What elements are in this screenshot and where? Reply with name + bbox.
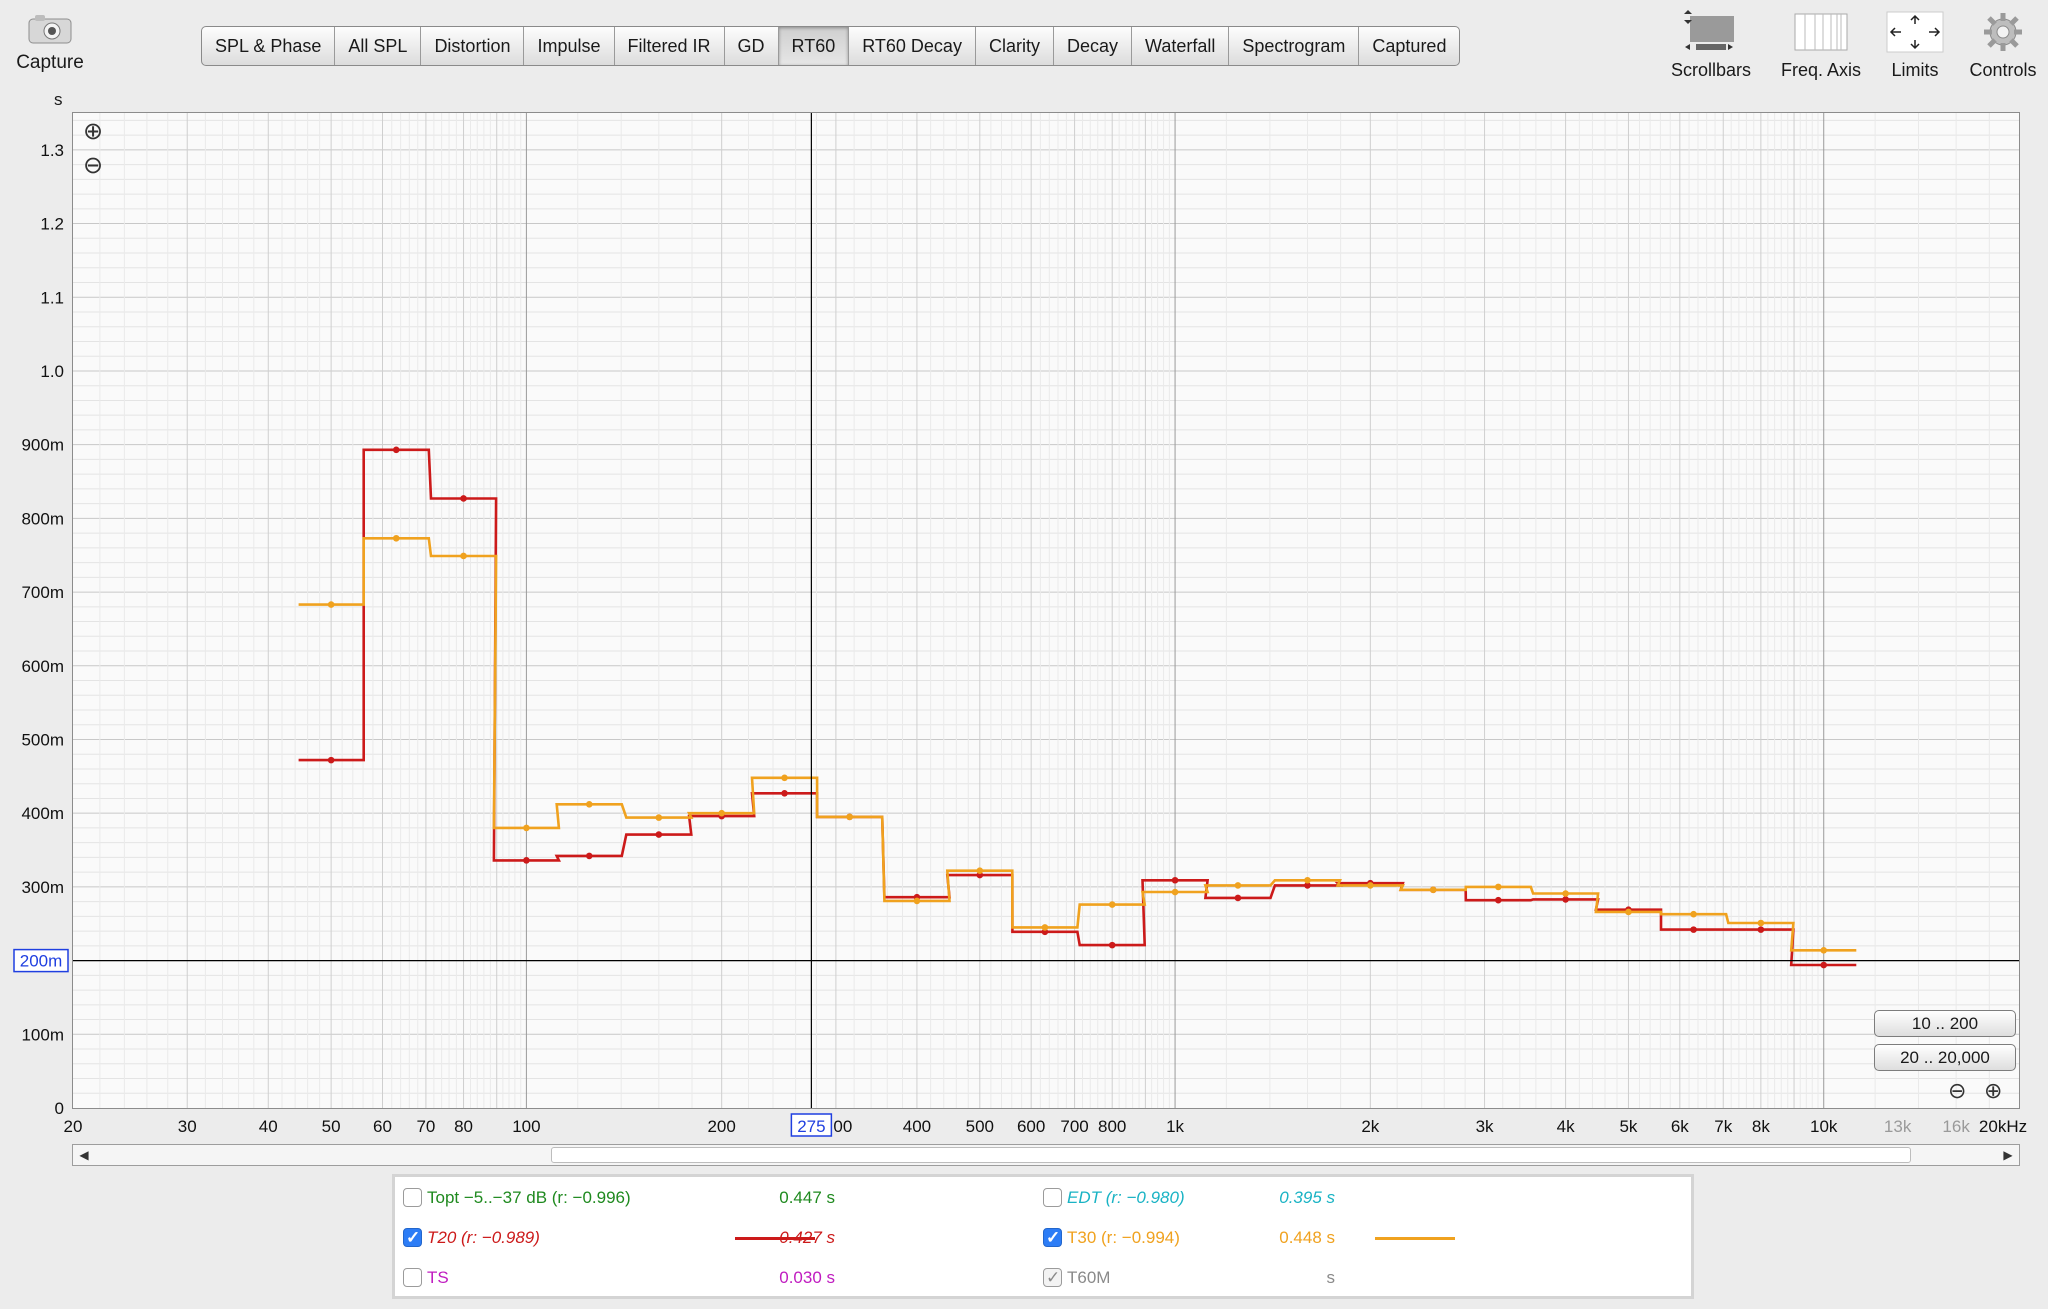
x-tick-label: 100 [512, 1117, 540, 1136]
tab-clarity[interactable]: Clarity [976, 27, 1054, 65]
y-tick-label: 1.1 [40, 288, 64, 307]
tab-distortion[interactable]: Distortion [421, 27, 525, 65]
x-tick-label: 800 [1098, 1117, 1126, 1136]
legend-panel: Topt −5..−37 dB (r: −0.996) 0.447 s EDT (r… [392, 1174, 1694, 1299]
scrollbars-icon [1656, 10, 1766, 54]
x-tick-label: 70 [416, 1117, 435, 1136]
freq-axis-label: Freq. Axis [1780, 60, 1862, 80]
capture-label: Capture [16, 52, 84, 73]
x-tick-label: 2k [1361, 1117, 1379, 1136]
x-tick-label: 1k [1166, 1117, 1184, 1136]
y-tick-label: 1.0 [40, 362, 64, 381]
legend-row-t30: T30 (r: −0.994) 0.448 s [395, 1223, 1691, 1253]
y-tick-label: 0 [55, 1099, 64, 1118]
y-tick-label: 500m [21, 730, 64, 749]
x-tick-label: 13k [1884, 1117, 1912, 1136]
range-button-10-200[interactable]: 10 .. 200 [1874, 1010, 2016, 1037]
cursor-y-readout: 200m [20, 952, 63, 971]
x-tick-label: 200 [707, 1117, 735, 1136]
x-tick-label: 50 [322, 1117, 341, 1136]
x-tick-label: 80 [454, 1117, 473, 1136]
x-tick-label: 16k [1942, 1117, 1970, 1136]
x-tick-label: 6k [1671, 1117, 1689, 1136]
y-tick-label: 1.2 [40, 215, 64, 234]
tab-rt60[interactable]: RT60 [778, 27, 850, 65]
x-tick-label: 40 [259, 1117, 278, 1136]
legend-label: T30 (r: −0.994) [1067, 1228, 1180, 1247]
legend-value: s [1326, 1268, 1336, 1287]
camera-icon [27, 14, 73, 44]
zoom-out-x-icon[interactable]: ⊖ [1948, 1078, 1966, 1104]
x-tick-label: 8k [1752, 1117, 1770, 1136]
y-tick-label: 100m [21, 1025, 64, 1044]
legend-label: T60M [1067, 1268, 1111, 1287]
x-tick-label: 20 [64, 1117, 83, 1136]
y-tick-label: 800m [21, 509, 64, 528]
tab-spl-phase[interactable]: SPL & Phase [202, 27, 336, 65]
x-tick-label: 20kHz [1979, 1117, 2027, 1136]
capture-button[interactable]: Capture [10, 10, 90, 74]
x-tick-label: 4k [1557, 1117, 1575, 1136]
legend-checkbox[interactable] [1043, 1188, 1062, 1207]
x-tick-label: 5k [1619, 1117, 1637, 1136]
zoom-in-x-icon[interactable]: ⊕ [1984, 1078, 2002, 1104]
legend-row-t60m: T60M s [395, 1263, 1691, 1293]
legend-label: EDT (r: −0.980) [1067, 1188, 1185, 1207]
tab-rt60-decay[interactable]: RT60 Decay [849, 27, 976, 65]
scrollbars-tool[interactable]: Scrollbars [1656, 10, 1766, 81]
y-tick-label: 700m [21, 583, 64, 602]
tab-all-spl[interactable]: All SPL [335, 27, 422, 65]
y-tick-label: 400m [21, 804, 64, 823]
cursor-x-tick-suffix: 00 [833, 1117, 852, 1136]
y-tick-label: 600m [21, 657, 64, 676]
axis-labels: 1.3 1.2 1.1 1.0 900m 800m 700m 600m 500m 400m 300m… [13, 141, 2027, 1137]
legend-value: 0.395 s [1279, 1188, 1335, 1207]
legend-line-swatch [1375, 1237, 1455, 1240]
view-tabs: SPL & Phase All SPL Distortion Impulse Filte… [201, 26, 1461, 66]
tab-filtered-ir[interactable]: Filtered IR [615, 27, 725, 65]
limits-label: Limits [1891, 60, 1939, 80]
y-tick-label: 1.3 [40, 141, 64, 160]
x-tick-label: 7k [1714, 1117, 1732, 1136]
gear-icon [1948, 10, 2048, 54]
scroll-left-icon[interactable]: ◀ [73, 1145, 95, 1165]
tab-captured[interactable]: Captured [1359, 27, 1459, 65]
scrollbars-label: Scrollbars [1670, 60, 1752, 80]
tab-waterfall[interactable]: Waterfall [1132, 27, 1230, 65]
x-tick-label: 30 [178, 1117, 197, 1136]
x-tick-label: 600 [1017, 1117, 1045, 1136]
scroll-right-icon[interactable]: ▶ [1997, 1145, 2019, 1165]
tab-gd[interactable]: GD [725, 27, 779, 65]
controls-tool[interactable]: Controls [1948, 10, 2048, 81]
x-tick-label: 700 [1060, 1117, 1088, 1136]
x-tick-label: 3k [1476, 1117, 1494, 1136]
tab-spectrogram[interactable]: Spectrogram [1229, 27, 1360, 65]
tab-decay[interactable]: Decay [1054, 27, 1132, 65]
scrollbar-thumb[interactable] [551, 1147, 1911, 1163]
legend-row-edt: EDT (r: −0.980) 0.395 s [395, 1183, 1691, 1213]
controls-label: Controls [1969, 60, 2037, 80]
x-tick-label: 400 [903, 1117, 931, 1136]
legend-checkbox[interactable] [1043, 1263, 1062, 1293]
x-tick-label: 10k [1810, 1117, 1838, 1136]
y-tick-label: 900m [21, 436, 64, 455]
horizontal-scrollbar[interactable]: ◀ ▶ [72, 1144, 2020, 1166]
range-button-20-20000[interactable]: 20 .. 20,000 [1874, 1044, 2016, 1071]
legend-value: 0.448 s [1279, 1228, 1335, 1247]
x-tick-label: 60 [373, 1117, 392, 1136]
y-tick-label: 300m [21, 878, 64, 897]
x-tick-label: 500 [966, 1117, 994, 1136]
legend-checkbox[interactable] [1043, 1223, 1062, 1253]
cursor-x-readout: 275 [797, 1117, 825, 1136]
tab-impulse[interactable]: Impulse [524, 27, 615, 65]
